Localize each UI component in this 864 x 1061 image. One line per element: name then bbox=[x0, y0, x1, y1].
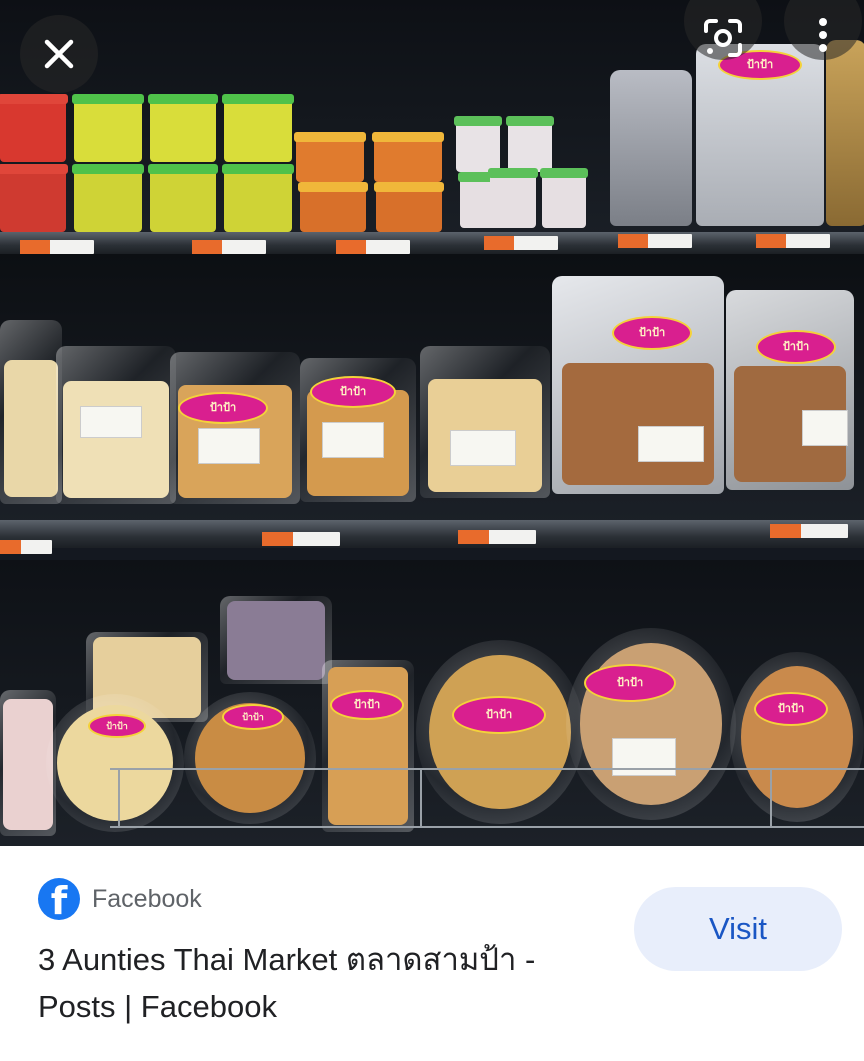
result-card: f Facebook 3 Aunties Thai Market ตลาดสาม… bbox=[0, 846, 864, 1061]
shop-logo: ป้าป้า bbox=[452, 696, 546, 734]
price-tag bbox=[484, 236, 558, 250]
product-jar bbox=[454, 116, 502, 172]
product-label bbox=[450, 430, 516, 466]
result-title-line-2: Posts | Facebook bbox=[38, 989, 277, 1024]
price-tag bbox=[336, 240, 410, 254]
product-bag bbox=[0, 320, 62, 504]
product-label bbox=[80, 406, 142, 438]
product-bag: ป้าป้า bbox=[552, 276, 724, 494]
product-tub bbox=[148, 94, 218, 162]
product-bag bbox=[610, 70, 692, 226]
product-tub bbox=[294, 132, 366, 182]
shelf-wire-post bbox=[420, 768, 422, 828]
visit-button[interactable]: Visit bbox=[634, 887, 842, 971]
product-tub bbox=[72, 164, 144, 232]
shop-logo: ป้าป้า bbox=[584, 664, 676, 702]
product-label bbox=[638, 426, 704, 462]
facebook-icon: f bbox=[38, 878, 80, 920]
shelf-wire-post bbox=[118, 768, 120, 828]
product-tub bbox=[222, 164, 294, 232]
product-pack: ป้าป้า bbox=[322, 660, 414, 832]
shop-logo: ป้าป้า bbox=[756, 330, 836, 364]
shelf-wire-rail bbox=[110, 768, 864, 770]
shelf-rail bbox=[0, 232, 864, 254]
product-round-tray: ป้าป้า bbox=[566, 628, 736, 820]
product-round-tray: ป้าป้า bbox=[46, 694, 184, 832]
shelf-wire-post bbox=[770, 768, 772, 828]
result-title[interactable]: 3 Aunties Thai Market ตลาดสามป้า - Posts… bbox=[38, 936, 618, 1030]
product-tub bbox=[372, 132, 444, 182]
result-image[interactable]: ป้าป้า ป้าป้า ป้าป้า ป้าป้า ป้าป้า ป้าป้… bbox=[0, 0, 864, 846]
price-tag bbox=[618, 234, 692, 248]
more-vert-icon bbox=[819, 18, 827, 52]
price-tag bbox=[20, 240, 94, 254]
shop-logo: ป้าป้า bbox=[754, 692, 828, 726]
result-snippet bbox=[38, 1050, 838, 1061]
shop-logo: ป้าป้า bbox=[310, 376, 396, 408]
price-tag bbox=[756, 234, 830, 248]
result-title-line-1: 3 Aunties Thai Market ตลาดสามป้า - bbox=[38, 942, 536, 977]
shelf-wire-rail bbox=[110, 826, 864, 828]
product-bag bbox=[826, 40, 864, 226]
price-tag bbox=[458, 530, 536, 544]
product-label bbox=[612, 738, 676, 776]
product-tub bbox=[222, 94, 294, 162]
close-button[interactable] bbox=[20, 15, 98, 93]
product-round-tray: ป้าป้า bbox=[184, 692, 316, 824]
shop-logo: ป้าป้า bbox=[222, 704, 284, 730]
price-tag bbox=[192, 240, 266, 254]
product-jar bbox=[488, 168, 538, 228]
product-round-tray: ป้าป้า bbox=[416, 640, 584, 824]
product-bag bbox=[56, 346, 176, 504]
product-bag: ป้าป้า bbox=[300, 358, 416, 502]
shop-logo: ป้าป้า bbox=[88, 714, 146, 738]
shelf-rail bbox=[0, 520, 864, 548]
shop-logo: ป้าป้า bbox=[330, 690, 404, 720]
product-label bbox=[322, 422, 384, 458]
price-tag bbox=[262, 532, 340, 546]
product-bag: ป้าป้า bbox=[696, 44, 824, 226]
source-name: Facebook bbox=[92, 884, 202, 913]
product-jar bbox=[540, 168, 588, 228]
product-pack bbox=[220, 596, 332, 684]
product-tub bbox=[148, 164, 218, 232]
product-label bbox=[802, 410, 848, 446]
product-round-tray: ป้าป้า bbox=[730, 652, 864, 822]
product-tub bbox=[0, 164, 68, 232]
product-jar bbox=[506, 116, 554, 172]
product-bag: ป้าป้า bbox=[726, 290, 854, 490]
source-row[interactable]: f Facebook bbox=[38, 878, 202, 920]
google-lens-icon bbox=[704, 19, 742, 57]
shop-logo: ป้าป้า bbox=[612, 316, 692, 350]
product-tub bbox=[374, 182, 444, 232]
product-tub bbox=[72, 94, 144, 162]
price-tag bbox=[770, 524, 848, 538]
product-tub bbox=[298, 182, 368, 232]
product-bag bbox=[420, 346, 550, 498]
product-label bbox=[198, 428, 260, 464]
product-tub bbox=[0, 94, 68, 162]
product-bag: ป้าป้า bbox=[170, 352, 300, 504]
shop-logo: ป้าป้า bbox=[178, 392, 268, 424]
price-tag bbox=[0, 540, 52, 554]
close-icon bbox=[44, 39, 74, 69]
